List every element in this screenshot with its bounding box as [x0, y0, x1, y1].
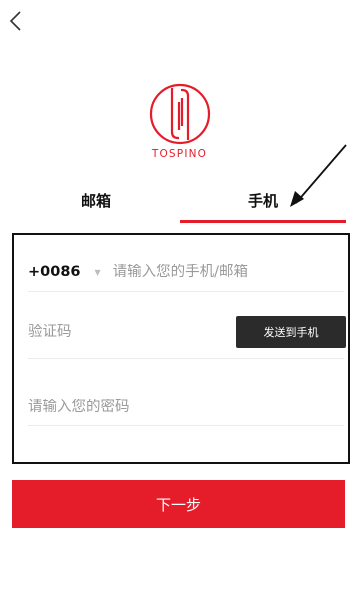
country-code-selector[interactable]: +0086	[28, 264, 81, 280]
verification-row: 发送到手机	[28, 316, 346, 348]
divider	[28, 425, 344, 426]
brand-logo: TOSPINO	[0, 82, 359, 160]
send-code-button[interactable]: 发送到手机	[236, 316, 346, 348]
tab-phone[interactable]: 手机	[180, 183, 346, 225]
active-tab-indicator	[180, 220, 346, 223]
chevron-left-icon	[9, 11, 21, 31]
login-tabs: 邮箱 手机	[0, 183, 359, 225]
login-form: +0086 ▼ 发送到手机	[12, 233, 350, 464]
password-input[interactable]	[28, 399, 278, 415]
divider	[28, 291, 344, 292]
caret-down-icon[interactable]: ▼	[95, 268, 101, 277]
verification-code-input[interactable]	[28, 324, 178, 340]
divider	[28, 358, 344, 359]
password-row	[28, 392, 344, 422]
logo-mark-icon	[149, 83, 210, 145]
brand-name: TOSPINO	[151, 148, 208, 160]
next-button[interactable]: 下一步	[12, 480, 345, 528]
tab-email[interactable]: 邮箱	[54, 183, 138, 225]
phone-row: +0086 ▼	[28, 257, 344, 287]
phone-input[interactable]	[112, 264, 293, 280]
back-button[interactable]	[6, 8, 28, 34]
